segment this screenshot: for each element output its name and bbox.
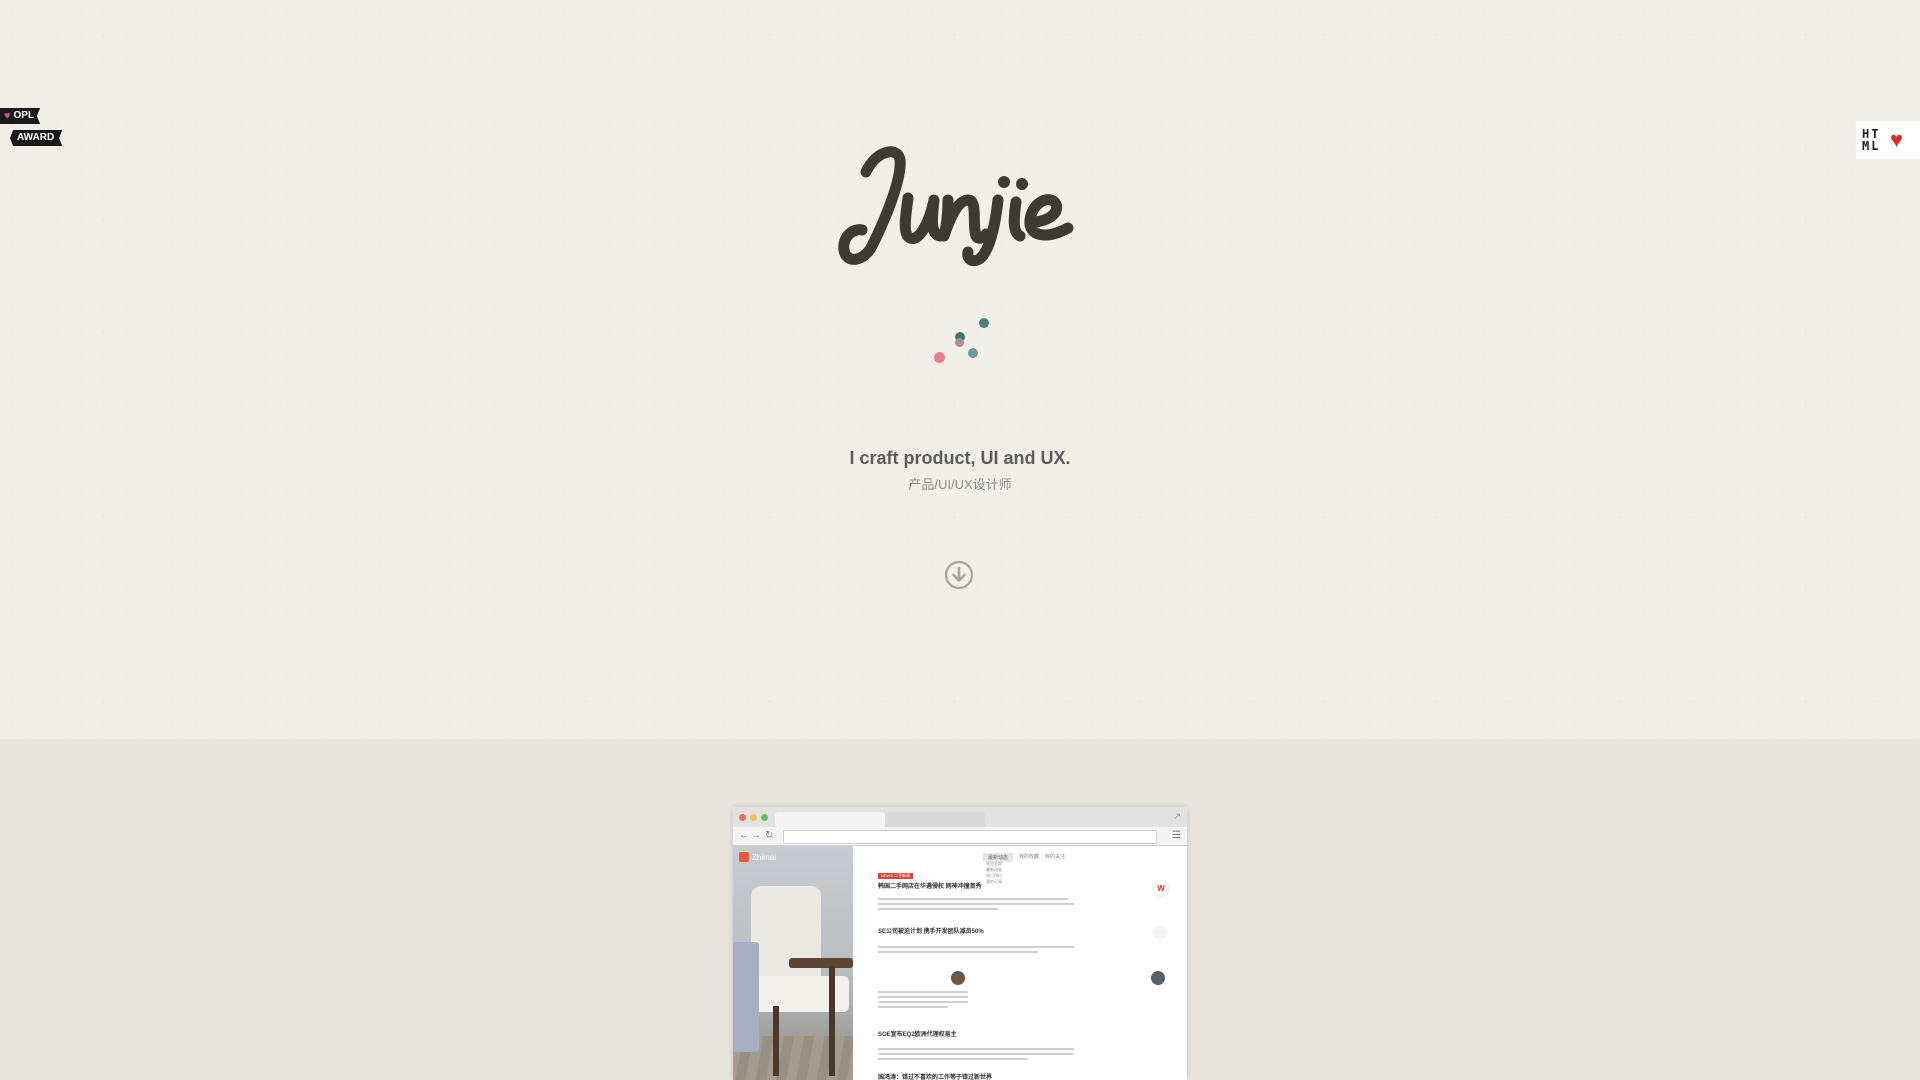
heart-icon: ♥ [1890,127,1904,152]
text-line [878,898,1068,900]
mock-tag: NEWS 二手新闻 [878,873,914,879]
heart-icon: ♥ [4,110,11,122]
text-line [878,951,1038,953]
loading-dot [979,318,989,328]
text-line [878,1058,1028,1060]
loading-dot [934,352,945,363]
mock-headline: SE公司被迫计划 携手开发团队减员50% [878,929,984,935]
menu-icon: ☰ [1172,830,1181,841]
html-love-badge[interactable]: HTML ♥ [1856,121,1920,159]
close-dot [739,814,746,821]
browser-titlebar: ↗ [733,807,1187,827]
brand-name: Zhimai [752,852,777,862]
reload-icon: ↻ [765,830,774,841]
mock-tab: 我的收藏 [1019,854,1040,860]
forward-icon: → [751,830,761,841]
chair-leg [829,966,835,1076]
avatar [1151,971,1165,985]
mock-brand: Zhimai [739,852,776,862]
mock-dropdown: 浏览全部 最新动态 热门排行 我的订阅 [986,861,1002,885]
chair-leg [773,1006,779,1076]
mock-sidebar-photo: Zhimai [733,846,853,1080]
circle-arrow-down-icon[interactable] [944,560,974,590]
text-line [878,903,1074,905]
junjie-logo[interactable] [836,138,1076,268]
opl-text: OPL [13,110,35,121]
html-letters: HTML [1862,127,1881,153]
tagline: I craft product, UI and UX. [849,448,1071,468]
avatar [951,971,965,985]
minimize-dot [750,814,757,821]
text-line [878,1006,948,1008]
avatar: W [1153,881,1169,897]
brand-icon [739,852,749,862]
mock-headline: SOE宣布EQ2欧洲代理权易主 [878,1032,957,1038]
browser-toolbar: ← → ↻ ☰ [733,827,1187,846]
url-bar [783,830,1157,844]
text-line [878,991,968,993]
project-screenshot[interactable]: ↗ ← → ↻ ☰ Zhimai 最新动态 我的收藏 我的关注 浏览全部 最新动… [733,807,1187,1080]
opl-label: ♥ OPL [0,108,41,124]
text-line [878,1001,968,1003]
back-icon: ← [739,830,749,841]
mock-tab: 我的关注 [1045,854,1066,860]
text-line [878,946,1074,948]
maximize-dot [761,814,768,821]
mock-headline: 韩国二手网店在华遇侵权 网神冲撞首秀 [878,884,982,890]
mock-headline: 国鸿涛：错过不喜欢的工作等于错过新世界 [878,1075,993,1080]
text-line [878,996,968,998]
chair-arm [789,958,853,968]
avatar [1153,926,1167,940]
mock-content: 最新动态 我的收藏 我的关注 浏览全部 最新动态 热门排行 我的订阅 NEWS … [853,846,1187,1080]
dropdown-item: 我的订阅 [986,879,1002,884]
text-line [878,908,998,910]
fullscreen-icon: ↗ [1173,811,1181,821]
loading-dot [955,338,964,347]
opl-award-badge[interactable]: ♥ OPL AWARD [0,108,70,148]
blanket [733,942,759,1052]
text-line [878,1048,1074,1050]
browser-tab [885,812,985,827]
browser-tab [775,812,885,827]
award-label: AWARD [10,130,63,146]
subtagline: 产品/UI/UX设计师 [908,477,1012,492]
text-line [878,1053,1074,1055]
hero-section [0,0,1920,739]
loading-dot [968,348,978,358]
